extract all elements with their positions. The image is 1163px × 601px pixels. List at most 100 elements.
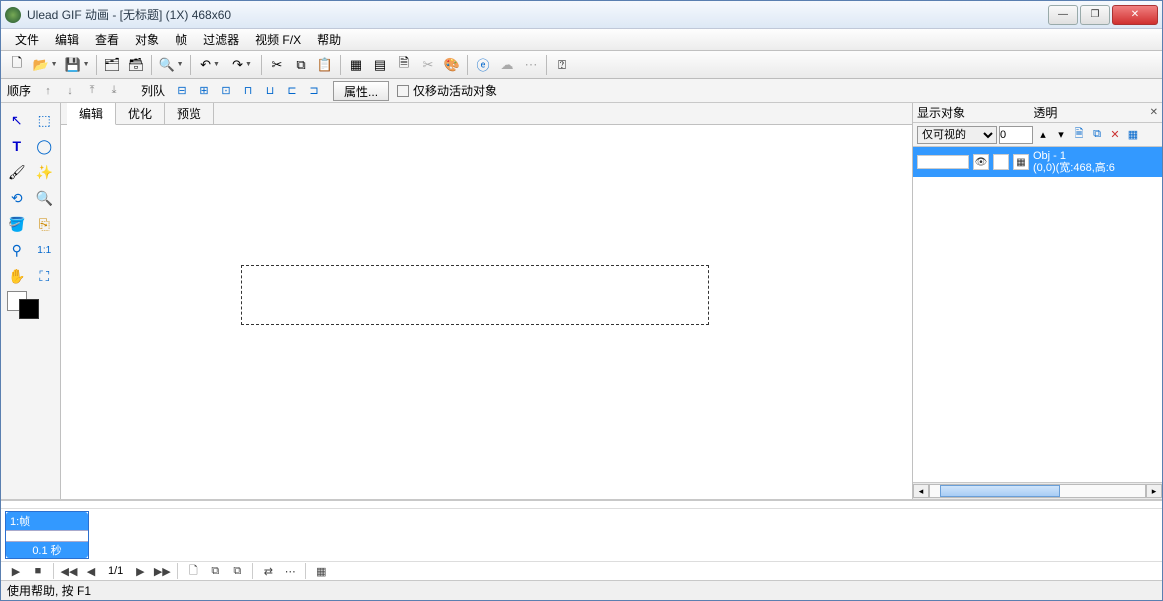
tab-preview[interactable]: 预览 [165, 103, 214, 124]
minimize-button[interactable]: — [1048, 5, 1078, 25]
order-down-button[interactable]: ↓ [60, 82, 80, 100]
next-frame-button[interactable]: ▶ [131, 562, 149, 580]
canvas-object[interactable] [241, 265, 709, 325]
tl-btn-e[interactable]: ⋯ [281, 562, 299, 580]
scroll-right-button[interactable]: ▸ [1146, 484, 1162, 498]
tb-btn-c[interactable]: 🗎 [393, 54, 415, 76]
frame-thumb-1[interactable]: 1:帧 0.1 秒 [5, 511, 89, 559]
ellipse-tool[interactable]: ◯ [31, 133, 59, 159]
align-6-button[interactable]: ⊏ [282, 82, 302, 100]
order-bottom-button[interactable]: ⤓ [104, 82, 124, 100]
copy-button[interactable]: ⧉ [290, 54, 312, 76]
canvas-area[interactable] [61, 125, 912, 499]
paste-button[interactable]: 📋 [314, 54, 336, 76]
scroll-thumb[interactable] [940, 485, 1060, 497]
panel-btn-d[interactable]: ▦ [1125, 127, 1141, 143]
cut-button[interactable]: ✂ [266, 54, 288, 76]
picker-tool[interactable]: ⚲ [3, 237, 31, 263]
align-5-button[interactable]: ⊔ [260, 82, 280, 100]
transparency-input[interactable] [999, 126, 1033, 144]
menu-videofx[interactable]: 视频 F/X [247, 29, 309, 50]
background-swatch[interactable] [19, 299, 39, 319]
tb-btn-f[interactable]: ☁ [496, 54, 518, 76]
properties-button[interactable]: 属性... [333, 81, 389, 101]
menu-view[interactable]: 查看 [87, 29, 127, 50]
menu-filter[interactable]: 过滤器 [195, 29, 247, 50]
menu-object[interactable]: 对象 [127, 29, 167, 50]
menu-edit[interactable]: 编辑 [47, 29, 87, 50]
close-button[interactable]: ✕ [1112, 5, 1158, 25]
move-active-checkbox[interactable] [397, 85, 409, 97]
tb-btn-b[interactable]: ▤ [369, 54, 391, 76]
tl-btn-c[interactable]: ⧉ [228, 562, 246, 580]
tl-btn-f[interactable]: ▦ [312, 562, 330, 580]
brush-tool[interactable]: 🖌 [3, 159, 31, 185]
hand-icon: ✋ [8, 268, 25, 285]
fit-tool[interactable]: ⛶ [31, 263, 59, 289]
tl-btn-d[interactable]: ⇄ [259, 562, 277, 580]
align-7-button[interactable]: ⊐ [304, 82, 324, 100]
last-frame-button[interactable]: ▶▶ [153, 562, 171, 580]
align-4-button[interactable]: ⊓ [238, 82, 258, 100]
eye-icon[interactable]: 👁 [973, 154, 989, 170]
context-help-button[interactable]: ⍰ [551, 54, 573, 76]
grid2-icon: ▤ [374, 57, 386, 73]
preview-ie-button[interactable]: ⓔ [472, 54, 494, 76]
picker-icon: ⚲ [12, 242, 22, 259]
visibility-select[interactable]: 仅可视的 [917, 126, 997, 144]
zoom-icon: 🔍 [158, 57, 174, 73]
tb-btn-e[interactable]: 🎨 [441, 54, 463, 76]
arrow-tool[interactable]: ↖ [3, 107, 31, 133]
redo-button[interactable]: ↷▼ [227, 54, 257, 76]
bucket-tool[interactable]: 🪣 [3, 211, 31, 237]
panel-btn-b[interactable]: ⧉ [1089, 127, 1105, 143]
crop-tool[interactable]: ⎘ [31, 211, 59, 237]
zoom-tool[interactable]: 🔍 [31, 185, 59, 211]
menu-frame[interactable]: 帧 [167, 29, 195, 50]
tb-btn-g[interactable]: ⋯ [520, 54, 542, 76]
align-2-button[interactable]: ⊞ [194, 82, 214, 100]
text-tool[interactable]: T [3, 133, 31, 159]
maximize-button[interactable]: ❐ [1080, 5, 1110, 25]
zoom-tool-button[interactable]: 🔍▼ [156, 54, 186, 76]
spinner-up[interactable]: ▴ [1035, 127, 1051, 143]
play-button[interactable]: ▶ [7, 562, 25, 580]
marquee-tool[interactable]: ⬚ [31, 107, 59, 133]
panel-delete-button[interactable]: ✕ [1107, 127, 1123, 143]
color-swatches[interactable] [3, 289, 58, 321]
order-up-button[interactable]: ↑ [38, 82, 58, 100]
tb-btn-d[interactable]: ✂ [417, 54, 439, 76]
new-button[interactable]: 🗋 [6, 54, 28, 76]
slider-icon[interactable]: ▾ [1053, 127, 1069, 143]
tb-btn-a[interactable]: ▦ [345, 54, 367, 76]
align-3-button[interactable]: ⊡ [216, 82, 236, 100]
panel-btn-a[interactable]: 🗎 [1071, 127, 1087, 143]
menu-help[interactable]: 帮助 [309, 29, 349, 50]
obj-slot-a[interactable] [993, 154, 1009, 170]
tl-btn-a[interactable]: 🗋 [184, 562, 202, 580]
tab-edit[interactable]: 编辑 [67, 103, 116, 125]
tab-optimize[interactable]: 优化 [116, 103, 165, 124]
hand-tool[interactable]: ✋ [3, 263, 31, 289]
menu-file[interactable]: 文件 [7, 29, 47, 50]
wizard1-button[interactable]: 🗂 [101, 54, 123, 76]
align-1-button[interactable]: ⊟ [172, 82, 192, 100]
first-frame-button[interactable]: ◀◀ [60, 562, 78, 580]
object-row[interactable]: 👁 ▦ Obj - 1 (0,0)(宽:468,高:6 [913, 147, 1162, 177]
scroll-left-button[interactable]: ◂ [913, 484, 929, 498]
save-button[interactable]: 💾▼ [62, 54, 92, 76]
scale11-tool[interactable]: 1:1 [31, 237, 59, 263]
object-list[interactable]: 👁 ▦ Obj - 1 (0,0)(宽:468,高:6 [913, 147, 1162, 483]
panel-hscrollbar[interactable]: ◂ ▸ [913, 483, 1162, 499]
lasso-tool[interactable]: ⟲ [3, 185, 31, 211]
obj-slot-b[interactable]: ▦ [1013, 154, 1029, 170]
panel-close-button[interactable]: ✕ [1150, 107, 1158, 118]
wizard2-button[interactable]: 🗃 [125, 54, 147, 76]
open-button[interactable]: 📂▼ [30, 54, 60, 76]
wand-tool[interactable]: ✨ [31, 159, 59, 185]
undo-button[interactable]: ↶▼ [195, 54, 225, 76]
prev-frame-button[interactable]: ◀ [82, 562, 100, 580]
stop-button[interactable]: ■ [29, 562, 47, 580]
order-top-button[interactable]: ⤒ [82, 82, 102, 100]
tl-btn-b[interactable]: ⧉ [206, 562, 224, 580]
